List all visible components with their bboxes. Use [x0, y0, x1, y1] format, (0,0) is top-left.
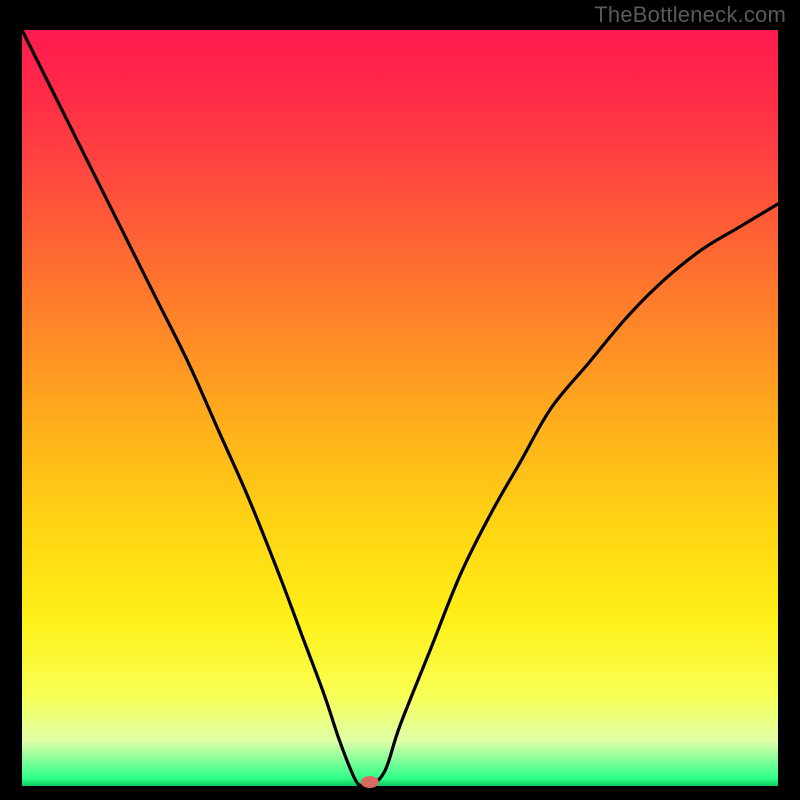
chart-frame: TheBottleneck.com [0, 0, 800, 800]
optimal-marker [361, 776, 379, 788]
bottleneck-curve-path [22, 30, 778, 788]
bottleneck-curve-svg [22, 30, 778, 786]
plot-area [22, 30, 778, 786]
watermark-text: TheBottleneck.com [594, 2, 786, 28]
